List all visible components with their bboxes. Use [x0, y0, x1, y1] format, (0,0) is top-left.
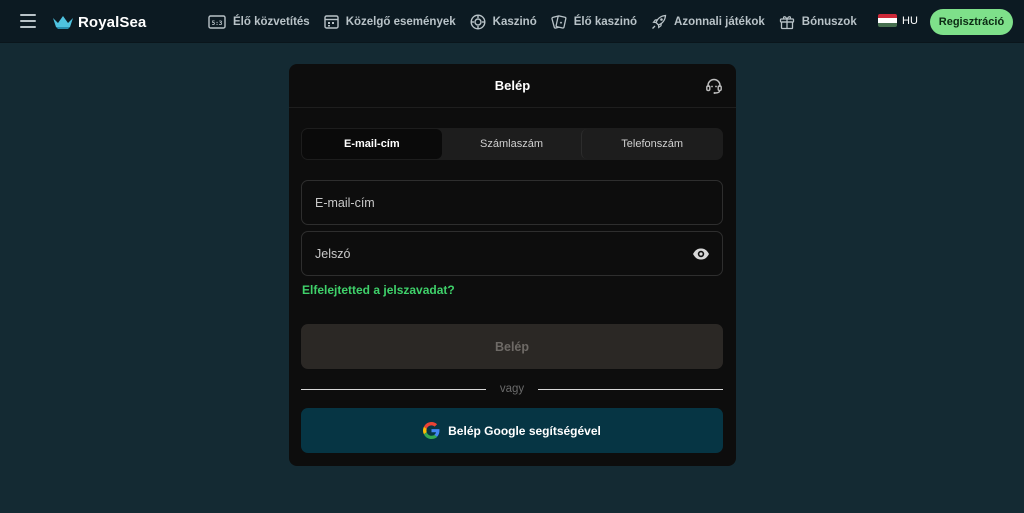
top-bar: RoyalSea 5:3 Élő közvetítés Közelgő esem… [0, 0, 1024, 43]
google-icon [423, 422, 440, 439]
tab-account-number[interactable]: Számlaszám [442, 129, 582, 159]
password-field-wrapper [301, 231, 723, 276]
menu-icon[interactable] [20, 14, 36, 28]
email-field-wrapper [301, 180, 723, 225]
tab-email[interactable]: E-mail-cím [302, 129, 442, 159]
nav-label: Bónuszok [801, 15, 857, 28]
hungary-flag-icon [878, 14, 897, 27]
nav-item-upcoming[interactable]: Közelgő események [324, 14, 456, 29]
google-button-label: Belép Google segítségével [448, 423, 601, 438]
password-input[interactable] [302, 232, 722, 275]
cards-icon [551, 14, 567, 29]
brand-name: RoyalSea [78, 13, 147, 31]
nav-label: Közelgő események [345, 15, 456, 28]
live-scoreboard-icon: 5:3 [208, 14, 226, 29]
nav-label: Kaszinó [492, 15, 537, 28]
eye-icon[interactable] [692, 246, 710, 262]
nav-label: Azonnali játékok [674, 15, 765, 28]
nav-label: Élő közvetítés [233, 15, 310, 28]
calendar-icon [324, 15, 339, 29]
login-method-tabs: E-mail-cím Számlaszám Telefonszám [301, 128, 723, 160]
nav-item-casino[interactable]: Kaszinó [470, 13, 537, 30]
tab-phone-number[interactable]: Telefonszám [581, 129, 722, 159]
language-selector[interactable]: HU [878, 14, 918, 27]
main-nav: 5:3 Élő közvetítés Közelgő események Kas… [208, 0, 871, 43]
casino-chip-icon [470, 13, 486, 30]
crown-boat-icon [53, 16, 73, 29]
login-modal: Belép E-mail-cím Számlaszám Telefonszám … [289, 64, 736, 466]
gift-icon [779, 15, 794, 29]
divider-label: vagy [499, 383, 525, 395]
divider-line [301, 388, 486, 390]
nav-label: Élő kaszinó [573, 15, 638, 28]
rocket-icon [652, 14, 667, 29]
register-button[interactable]: Regisztráció [930, 9, 1013, 35]
language-code: HU [902, 14, 918, 27]
nav-item-live-casino[interactable]: Élő kaszinó [551, 14, 637, 30]
svg-text:5:3: 5:3 [212, 20, 223, 27]
support-headset-icon[interactable] [705, 77, 723, 95]
nav-item-instant-games[interactable]: Azonnali játékok [651, 14, 765, 30]
modal-header: Belép [289, 64, 736, 108]
or-divider: vagy [301, 381, 724, 397]
nav-item-bonuses[interactable]: Bónuszok [779, 14, 857, 30]
email-input[interactable] [302, 181, 722, 224]
forgot-password-link[interactable]: Elfelejtetted a jelszavadat? [302, 283, 455, 297]
divider-line [538, 388, 724, 390]
login-submit-button[interactable]: Belép [301, 324, 723, 369]
modal-title: Belép [494, 78, 531, 93]
nav-item-live[interactable]: 5:3 Élő közvetítés [208, 14, 310, 29]
google-login-button[interactable]: Belép Google segítségével [301, 408, 723, 453]
brand-logo[interactable]: RoyalSea [52, 12, 146, 32]
